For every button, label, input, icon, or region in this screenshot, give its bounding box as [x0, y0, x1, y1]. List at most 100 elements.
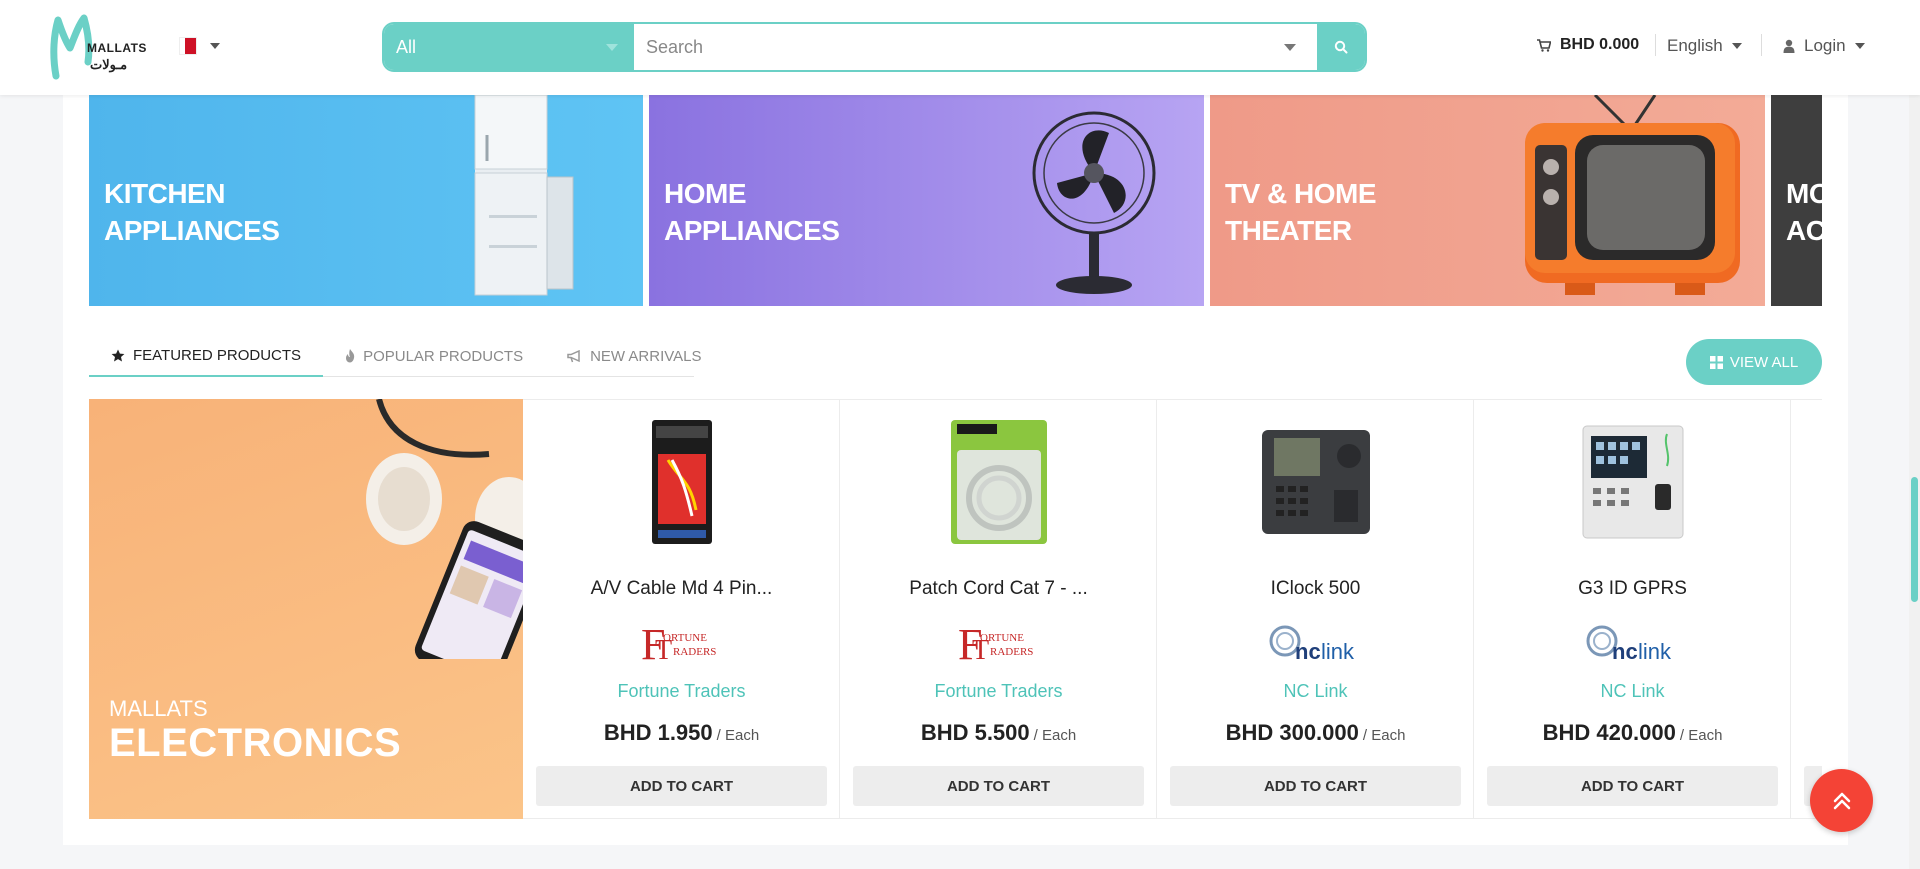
add-to-cart-button[interactable]: ADD TO CART [536, 766, 827, 806]
product-name[interactable]: Patch Cord Cat 7 - ... [840, 578, 1157, 600]
cart-summary[interactable]: BHD 0.000 [1537, 36, 1639, 54]
mallats-logo[interactable]: MALLATS مـولات [50, 14, 154, 82]
product-card: Patch Cord Cat 7 - ... F ORTUNE T RADERS… [840, 400, 1157, 818]
tab-popular-products[interactable]: POPULAR PRODUCTS [323, 335, 545, 377]
vendor-logo-image: nc link [1269, 625, 1355, 664]
vendor-link[interactable]: Fortune Traders [840, 681, 1157, 702]
logo-text-en: MALLATS [87, 41, 147, 55]
product-image-iclock[interactable] [1254, 420, 1378, 544]
vendor-link[interactable]: Fortune Traders [523, 681, 840, 702]
country-dropdown-caret-icon[interactable] [210, 43, 220, 49]
category-label: HOME APPLIANCES [664, 178, 840, 246]
product-name[interactable]: G3 ID GPRS [1474, 578, 1791, 600]
fortune-traders-logo[interactable]: F ORTUNE T RADERS [950, 619, 1047, 669]
promo-subtitle: MALLATS [109, 696, 208, 721]
svg-text:T: T [655, 635, 672, 666]
vendor-logo-image: nc link [1586, 625, 1672, 664]
svg-text:nc: nc [1612, 639, 1638, 664]
product-name[interactable]: IClock 500 [1157, 578, 1474, 600]
bahrain-flag-icon[interactable] [179, 37, 197, 55]
add-to-cart-button[interactable]: ADD TO CART [1487, 766, 1778, 806]
nclink-logo[interactable]: nc link [1584, 619, 1681, 669]
product-image-av-cable[interactable] [620, 420, 744, 544]
site-header: MALLATS مـولات All BHD 0.000 English [0, 0, 1920, 95]
product-image-patch-cord[interactable] [937, 420, 1061, 544]
header-divider [1761, 34, 1762, 56]
product-price: BHD 1.950/ Each [603, 720, 760, 745]
svg-text:nc: nc [1295, 639, 1321, 664]
fire-icon [346, 349, 355, 363]
product-price: BHD 300.000/ Each [1225, 720, 1406, 745]
search-input[interactable] [634, 24, 1319, 70]
view-all-button[interactable]: VIEW ALL [1686, 339, 1822, 385]
vendor-link[interactable]: NC Link [1157, 681, 1474, 702]
tab-label: FEATURED PRODUCTS [133, 346, 302, 364]
scrollbar-thumb[interactable] [1911, 477, 1918, 602]
svg-text:T: T [972, 635, 989, 666]
fortune-traders-logo[interactable]: F ORTUNE T RADERS [633, 619, 730, 669]
category-kitchen-appliances[interactable]: KITCHEN APPLIANCES [89, 95, 643, 306]
category-tv-home-theater[interactable]: TV & HOME THEATER [1210, 95, 1765, 306]
svg-text:link: link [1638, 639, 1672, 664]
megaphone-icon [567, 349, 580, 362]
cart-total: BHD 0.000 [1560, 36, 1640, 53]
language-label: English [1667, 36, 1723, 55]
electronics-promo-banner[interactable]: MALLATS ELECTRONICS [89, 399, 523, 819]
tab-featured-products[interactable]: FEATURED PRODUCTS [89, 335, 324, 377]
login-menu[interactable]: Login [1783, 36, 1865, 56]
search-button[interactable] [1317, 24, 1365, 70]
product-price: BHD 420.000/ Each [1542, 720, 1723, 745]
category-mobile-accessories[interactable]: MO AC [1771, 95, 1822, 306]
add-to-cart-button[interactable]: ADD TO CART [853, 766, 1144, 806]
fan-image [1032, 111, 1156, 294]
page-scrollbar[interactable] [1909, 0, 1920, 869]
product-card-partial [1791, 400, 1822, 818]
cart-icon [1537, 38, 1551, 52]
svg-text:RADERS: RADERS [990, 646, 1033, 658]
vendor-logo-image: F ORTUNE T RADERS [958, 620, 1033, 669]
tab-label: NEW ARRIVALS [590, 347, 702, 365]
user-icon [1783, 39, 1795, 53]
language-selector[interactable]: English [1667, 36, 1742, 56]
tab-new-arrivals[interactable]: NEW ARRIVALS [545, 335, 723, 377]
product-image-g3-terminal[interactable] [1571, 420, 1695, 544]
search-bar: All [382, 22, 1367, 72]
category-label: MO AC [1786, 178, 1822, 246]
product-tabs: FEATURED PRODUCTS POPULAR PRODUCTS NEW A… [89, 335, 702, 377]
product-card: IClock 500 nc link NC Link BHD 300.000/ … [1157, 400, 1474, 818]
nclink-logo[interactable]: nc link [1267, 619, 1364, 669]
search-icon [1334, 40, 1348, 54]
product-card: A/V Cable Md 4 Pin... F ORTUNE T RADERS … [523, 400, 840, 818]
add-to-cart-button[interactable]: ADD TO CART [1170, 766, 1461, 806]
view-all-label: VIEW ALL [1729, 353, 1799, 371]
product-price: BHD 5.500/ Each [920, 720, 1077, 745]
search-category-select[interactable]: All [384, 24, 634, 70]
chevron-down-icon [1731, 43, 1742, 49]
product-card: G3 ID GPRS nc link NC Link BHD 420.000/ … [1474, 400, 1791, 818]
promo-title: ELECTRONICS [109, 721, 402, 765]
logo-text-ar: مـولات [90, 57, 128, 72]
product-name[interactable]: A/V Cable Md 4 Pin... [523, 578, 840, 600]
product-carousel: A/V Cable Md 4 Pin... F ORTUNE T RADERS … [523, 399, 1822, 819]
back-to-top-button[interactable] [1810, 769, 1873, 832]
chevron-down-icon [1854, 43, 1865, 49]
category-home-appliances[interactable]: HOME APPLIANCES [649, 95, 1204, 306]
vendor-logo-image: F ORTUNE T RADERS [641, 620, 716, 669]
header-divider [1655, 34, 1656, 56]
star-icon [111, 349, 125, 361]
headphones-phone-image [366, 399, 523, 659]
grid-icon [1709, 355, 1723, 369]
vendor-link[interactable]: NC Link [1474, 681, 1791, 702]
refrigerator-image [474, 95, 574, 296]
retro-tv-image [1525, 95, 1740, 295]
svg-text:link: link [1321, 639, 1355, 664]
category-label: TV & HOME THEATER [1225, 178, 1377, 246]
tab-label: POPULAR PRODUCTS [363, 347, 524, 365]
login-label: Login [1804, 36, 1846, 55]
category-label: KITCHEN APPLIANCES [104, 178, 280, 246]
double-chevron-up-icon [1833, 792, 1850, 809]
search-category-value: All [396, 37, 417, 57]
search-dropdown-caret-icon[interactable] [1284, 44, 1296, 51]
svg-text:RADERS: RADERS [673, 646, 716, 658]
chevron-down-icon [606, 44, 618, 51]
